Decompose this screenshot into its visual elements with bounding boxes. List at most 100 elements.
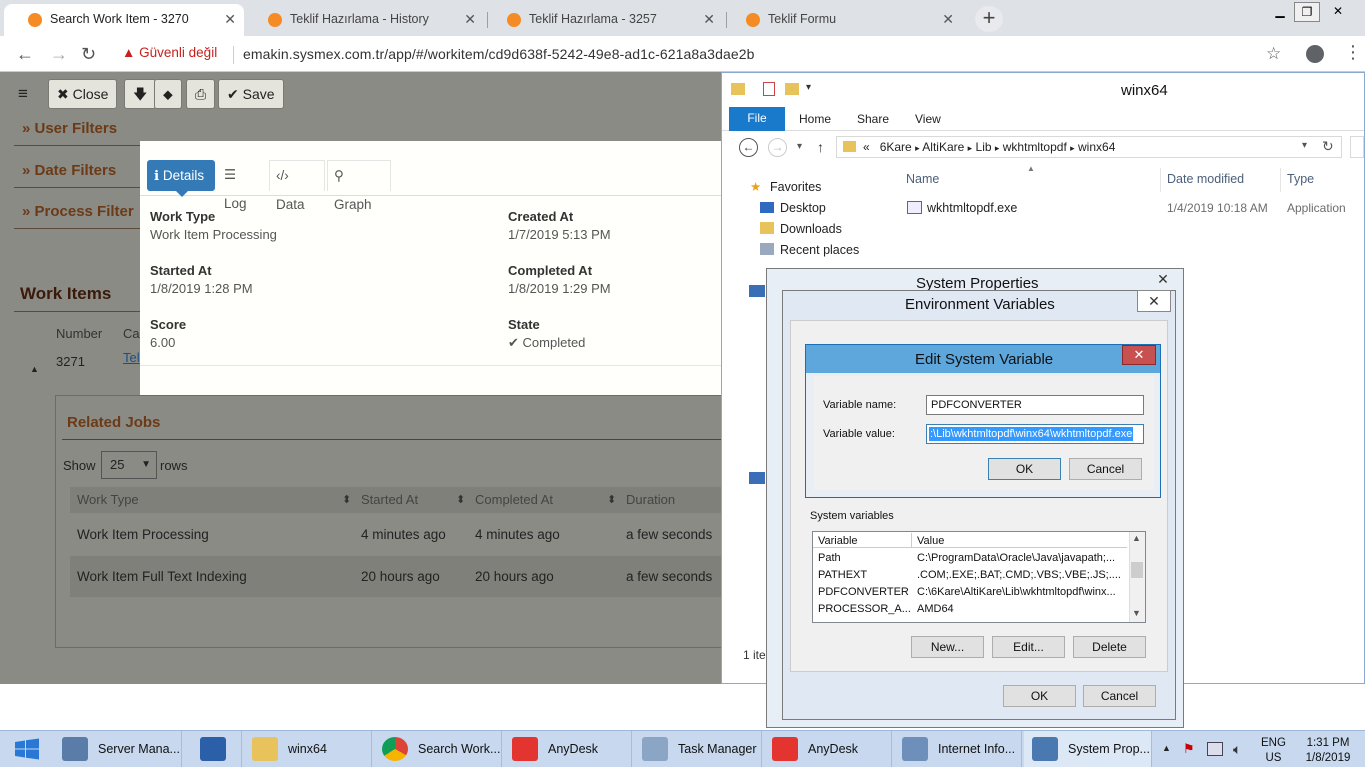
close-window-button[interactable]: ✕ (1325, 2, 1351, 22)
bookmark-star-icon[interactable]: ☆ (1266, 44, 1281, 64)
hamburger-icon[interactable]: ≡ (18, 84, 28, 104)
path-segment[interactable]: 6Kare (880, 140, 912, 154)
print-button[interactable]: ⎙ (186, 79, 216, 109)
explorer-address-bar[interactable]: « 6Kare ▸ AltiKare ▸ Lib ▸ wkhtmltopdf ▸… (836, 136, 1342, 158)
scroll-down-icon[interactable]: ▼ (1132, 608, 1141, 618)
profile-icon[interactable] (1306, 45, 1324, 63)
tab-teklif-formu[interactable]: Teklif Formu ✕ (722, 4, 962, 36)
edit-button[interactable]: Edit... (992, 636, 1065, 658)
path-segment[interactable]: AltiKare (922, 140, 964, 154)
close-tab-icon[interactable]: ✕ (703, 4, 715, 34)
tab-teklif-3257[interactable]: Teklif Hazırlama - 3257 ✕ (483, 4, 723, 36)
search-box[interactable] (1350, 136, 1364, 158)
ribbon-home-tab[interactable]: Home (799, 112, 831, 126)
taskbar-server-manager[interactable]: Server Mana... (54, 731, 182, 767)
restore-button[interactable]: ❐ (1294, 2, 1320, 22)
delete-button[interactable]: Delete (1073, 636, 1146, 658)
address-dropdown-icon[interactable]: ▾ (1302, 140, 1307, 151)
system-properties-close-icon[interactable]: ✕ (1146, 269, 1180, 291)
url-text[interactable]: emakin.sysmex.com.tr/app/#/workitem/cd9d… (243, 46, 755, 62)
variable-value-input[interactable]: :\Lib\wkhtmltopdf\winx64\wkhtmltopdf.exe (926, 424, 1144, 444)
start-button[interactable] (14, 738, 40, 760)
var-name[interactable]: PROCESSOR_A... (818, 603, 911, 615)
col-name[interactable]: Name (906, 172, 939, 186)
tab-graph[interactable]: ⚲ Graph (327, 160, 391, 212)
close-button[interactable]: ✖ Close (48, 79, 118, 109)
sort-icon[interactable]: ⬍ (342, 493, 351, 506)
table-row[interactable]: Work Item Processing 4 minutes ago 4 min… (70, 514, 724, 555)
sort-icon[interactable]: ⬍ (607, 493, 616, 506)
environment-variables-close-icon[interactable]: ✕ (1137, 290, 1171, 312)
new-tab-button[interactable]: + (975, 6, 1003, 32)
process-filters-toggle[interactable]: » Process Filter (22, 203, 140, 220)
var-name[interactable]: PATHEXT (818, 569, 867, 581)
path-segment[interactable]: winx64 (1078, 140, 1115, 154)
recent-locations-icon[interactable]: ▾ (797, 141, 802, 152)
var-name[interactable]: PDFCONVERTER (818, 586, 909, 598)
down-arrow-button[interactable]: 🡇 (124, 79, 157, 109)
action-center-icon[interactable]: ⚑ (1183, 741, 1199, 757)
variable-name-input[interactable]: PDFCONVERTER (926, 395, 1144, 415)
language-indicator[interactable]: ENG US (1261, 736, 1286, 766)
sort-icon[interactable]: ⬍ (456, 493, 465, 506)
properties-icon[interactable] (763, 82, 775, 96)
ribbon-view-tab[interactable]: View (915, 112, 941, 126)
qat-dropdown-icon[interactable]: ▾ (806, 82, 811, 93)
ribbon-share-tab[interactable]: Share (857, 112, 889, 126)
env-cancel-button[interactable]: Cancel (1083, 685, 1156, 707)
save-button[interactable]: ✔ Save (218, 79, 284, 109)
reload-icon[interactable]: ↻ (81, 44, 96, 65)
tab-log[interactable]: ☰ Log (218, 160, 266, 211)
path-segment[interactable]: Lib (976, 140, 992, 154)
scroll-up-icon[interactable]: ▲ (1132, 533, 1141, 543)
clock[interactable]: 1:31 PM 1/8/2019 (1300, 736, 1356, 766)
taskbar-iis[interactable]: Internet Info... (894, 731, 1022, 767)
edit-variable-close-icon[interactable]: ✕ (1122, 345, 1156, 365)
new-folder-icon[interactable] (785, 83, 799, 95)
close-tab-icon[interactable]: ✕ (942, 4, 954, 34)
taskbar-system-properties[interactable]: System Prop... (1024, 731, 1152, 767)
nav-desktop[interactable]: Desktop (780, 201, 826, 215)
tab-search-work-item[interactable]: Search Work Item - 3270 ✕ (4, 4, 244, 36)
minimize-button[interactable]: ▁ (1267, 2, 1293, 22)
file-name[interactable]: wkhtmltopdf.exe (927, 201, 1017, 215)
date-filters-toggle[interactable]: » Date Filters (22, 162, 116, 179)
new-button[interactable]: New... (911, 636, 984, 658)
volume-icon[interactable]: 🔈︎ (1233, 741, 1241, 758)
col-duration[interactable]: Duration (626, 492, 675, 507)
work-item-link[interactable]: Tel (123, 350, 140, 365)
taskbar-anydesk-2[interactable]: AnyDesk (764, 731, 892, 767)
tags-button[interactable]: ⬥ (154, 79, 182, 109)
menu-dots-icon[interactable]: ⋮ (1344, 42, 1362, 63)
edit-cancel-button[interactable]: Cancel (1069, 458, 1142, 480)
nav-recent-places[interactable]: Recent places (780, 243, 859, 257)
close-tab-icon[interactable]: ✕ (224, 4, 236, 34)
refresh-icon[interactable]: ↻ (1322, 138, 1334, 155)
nav-favorites[interactable]: Favorites (770, 180, 821, 194)
table-row[interactable]: Work Item Full Text Indexing 20 hours ag… (70, 556, 724, 597)
close-tab-icon[interactable]: ✕ (464, 4, 476, 34)
scrollbar-thumb[interactable] (1131, 562, 1143, 578)
column-number[interactable]: Number (56, 326, 102, 341)
path-segment[interactable]: wkhtmltopdf (1003, 140, 1067, 154)
ribbon-file-tab[interactable]: File (729, 107, 785, 131)
col-date-modified[interactable]: Date modified (1167, 172, 1244, 186)
explorer-back-icon[interactable]: ← (739, 138, 758, 157)
tab-teklif-history[interactable]: Teklif Hazırlama - History ✕ (244, 4, 484, 36)
col-started-at[interactable]: Started At (361, 492, 418, 507)
explorer-forward-icon[interactable]: → (768, 138, 787, 157)
tab-details[interactable]: ℹ Details (147, 160, 215, 191)
env-ok-button[interactable]: OK (1003, 685, 1076, 707)
forward-icon[interactable]: → (50, 44, 68, 65)
taskbar-powershell[interactable] (184, 731, 242, 767)
tray-overflow-icon[interactable]: ▲ (1162, 743, 1171, 753)
nav-downloads[interactable]: Downloads (780, 222, 842, 236)
column-ca[interactable]: Ca (123, 326, 140, 341)
tab-data[interactable]: ‹/› Data (269, 160, 325, 212)
col-completed-at[interactable]: Completed At (475, 492, 553, 507)
taskbar-chrome[interactable]: Search Work... (374, 731, 502, 767)
col-work-type[interactable]: Work Type (77, 492, 139, 507)
taskbar-anydesk-1[interactable]: AnyDesk (504, 731, 632, 767)
page-size-select[interactable]: 25 ▼ (101, 451, 157, 479)
col-variable[interactable]: Variable (818, 535, 858, 547)
